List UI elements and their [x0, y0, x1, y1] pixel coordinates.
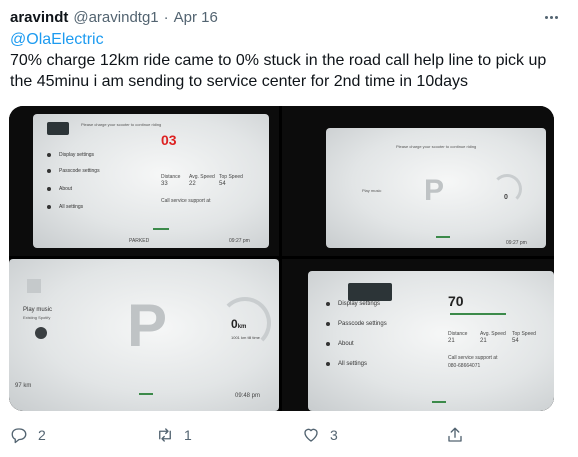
menu-display-settings: Display settings [47, 152, 94, 158]
photo-1[interactable]: Please charge your scooter to continue r… [9, 106, 279, 256]
speed-value: 0km [231, 317, 247, 331]
dashboard-screen: 70 Display settings Passcode settings Ab… [308, 271, 554, 411]
gear-label: PARKED [129, 238, 150, 244]
dashboard-screen: Please charge your scooter to continue r… [33, 114, 269, 248]
stat-distance-value: 33 [161, 181, 168, 187]
gear-indicator: P [424, 174, 445, 207]
stat-top-speed-value: 54 [512, 338, 519, 344]
charge-bar [450, 313, 506, 315]
menu-passcode-settings: Passcode settings [326, 321, 387, 327]
clock-time: 09:27 pm [506, 240, 527, 246]
tweet: aravindt @aravindtg1 · Apr 16 @OlaElectr… [0, 0, 578, 457]
clock-time: 09:48 pm [235, 393, 261, 399]
menu-all-settings: All settings [326, 361, 367, 367]
separator-dot: · [163, 8, 169, 26]
music-label: Play music [23, 307, 53, 313]
mention-link[interactable]: @OlaElectric [10, 29, 568, 50]
stat-distance: Distance [161, 174, 181, 180]
retweet-icon [159, 428, 171, 442]
like-count: 3 [330, 427, 338, 443]
retweet-count: 1 [184, 427, 192, 443]
share-icon [448, 427, 462, 442]
support-text: Call service support at [448, 355, 498, 361]
tweet-body: 70% charge 12km ride came to 0% stuck in… [10, 52, 547, 90]
stat-distance-value: 21 [448, 338, 455, 344]
status-bar [432, 401, 446, 403]
play-button-icon [35, 327, 47, 339]
stat-top-speed-value: 54 [219, 181, 226, 187]
battery-indicator [47, 122, 69, 135]
clock-time: 09:27 pm [229, 238, 250, 244]
menu-about: About [326, 341, 354, 347]
retweet-button[interactable]: 1 [156, 426, 192, 444]
menu-about: About [47, 186, 72, 192]
author-display-name[interactable]: aravindt [10, 9, 68, 26]
author-handle[interactable]: @aravindtg1 [73, 9, 158, 26]
reply-icon [11, 428, 27, 444]
menu-all-settings: All settings [47, 204, 83, 210]
share-button[interactable] [446, 426, 474, 444]
status-bar [153, 228, 169, 230]
support-phone: 080-68664071 [448, 363, 481, 369]
tweet-actions: 2 1 3 [0, 418, 578, 454]
stat-avg-speed: Avg. Speed [189, 174, 215, 180]
menu-passcode-settings: Passcode settings [47, 168, 100, 174]
reply-button[interactable]: 2 [10, 426, 46, 444]
stat-avg-speed-value: 22 [189, 181, 196, 187]
tweet-text: @OlaElectric 70% charge 12km ride came t… [10, 29, 568, 92]
charge-banner: Please charge your scooter to continue r… [396, 144, 477, 149]
stat-distance: Distance [448, 331, 468, 337]
photo-3[interactable]: Play music Existing Spotify P 0km 1001 k… [9, 259, 279, 411]
dashboard-screen: Please charge your scooter to continue r… [326, 128, 546, 248]
dashboard-screen: Play music Existing Spotify P 0km 1001 k… [9, 259, 279, 411]
speed-value: 0 [504, 194, 508, 201]
tweet-header: aravindt @aravindtg1 · Apr 16 [10, 6, 568, 28]
stat-top-speed: Top Speed [219, 174, 243, 180]
status-bar [139, 393, 153, 395]
heart-icon [304, 428, 318, 442]
range-value: 97 km [15, 383, 32, 389]
support-text: Call service support at [161, 198, 211, 204]
menu-display-settings: Display settings [326, 301, 380, 307]
charge-percent: 70 [448, 293, 464, 309]
battery-indicator [348, 283, 392, 301]
stat-top-speed: Top Speed [512, 331, 536, 337]
charge-banner: Please charge your scooter to continue r… [81, 122, 162, 127]
more-options-icon[interactable] [540, 7, 562, 27]
music-note-icon [27, 279, 41, 293]
photo-2[interactable]: Please charge your scooter to continue r… [282, 106, 554, 256]
gear-indicator: P [127, 292, 168, 359]
music-label: Play music [362, 188, 382, 193]
music-sub-label: Existing Spotify [23, 315, 51, 320]
stat-avg-speed-value: 21 [480, 338, 487, 344]
media-grid: Please charge your scooter to continue r… [9, 106, 554, 411]
reply-count: 2 [38, 427, 46, 443]
odometer-text: 1001 km till time [231, 335, 260, 340]
charge-percent: 03 [161, 132, 177, 148]
status-bar [436, 236, 450, 238]
photo-4[interactable]: 70 Display settings Passcode settings Ab… [282, 259, 554, 411]
tweet-date[interactable]: Apr 16 [174, 9, 218, 26]
like-button[interactable]: 3 [302, 426, 338, 444]
stat-avg-speed: Avg. Speed [480, 331, 506, 337]
